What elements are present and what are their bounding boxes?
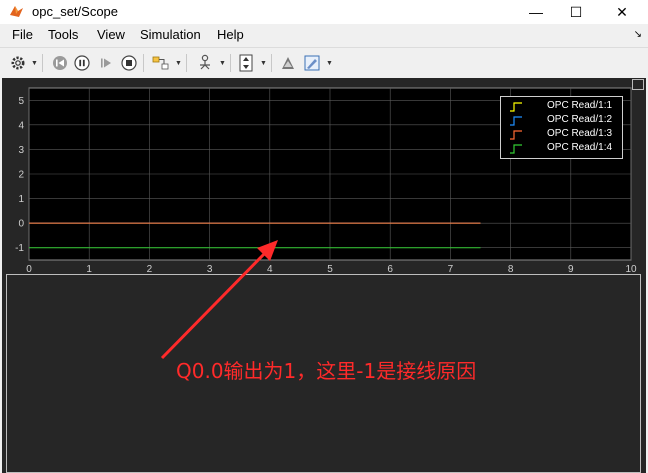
annotation-text: Q0.0输出为1，这里-1是接线原因 [176, 359, 477, 383]
x-tick-label: 4 [267, 264, 273, 274]
title-bar: opc_set/Scope — ☐ ✕ [0, 0, 648, 24]
y-tick-label: 1 [18, 194, 24, 205]
autoscale-icon [239, 54, 253, 72]
legend-label: OPC Read/1:2 [547, 114, 613, 125]
minimize-button[interactable]: — [514, 0, 558, 24]
x-tick-label: 2 [147, 264, 153, 274]
toolbar-separator [230, 54, 231, 72]
step-back-button[interactable] [50, 52, 70, 74]
stop-button[interactable] [119, 52, 139, 74]
y-tick-label: 2 [18, 170, 24, 181]
x-tick-label: 9 [568, 264, 574, 274]
highlight-block-icon [152, 56, 169, 70]
highlight-dropdown-icon[interactable]: ▼ [175, 60, 182, 67]
maximize-icon: ☐ [569, 3, 583, 20]
maximize-button[interactable]: ☐ [554, 0, 598, 24]
legend-label: OPC Read/1:3 [547, 128, 613, 139]
pause-button[interactable] [72, 52, 92, 74]
step-forward-icon [101, 58, 111, 68]
measurements-icon [282, 57, 294, 69]
x-tick-label: 3 [207, 264, 213, 274]
legend[interactable]: OPC Read/1:1 OPC Read/1:2 OPC Read/1:3 O… [500, 96, 623, 159]
autoscale-button[interactable] [236, 52, 256, 74]
undock-icon[interactable]: ↘ [634, 29, 642, 40]
triggers-button[interactable] [194, 52, 216, 74]
close-icon: ✕ [616, 3, 628, 20]
menu-help[interactable]: Help [217, 27, 244, 42]
x-tick-label: 0 [26, 264, 32, 274]
style-dropdown-icon[interactable]: ▼ [326, 60, 333, 67]
y-tick-label: 0 [18, 219, 24, 230]
toolbar-separator [42, 54, 43, 72]
y-tick-label: 4 [18, 120, 24, 131]
matlab-app-icon [10, 6, 23, 17]
pause-icon [74, 55, 90, 71]
legend-label: OPC Read/1:1 [547, 100, 613, 111]
autoscale-dropdown-icon[interactable]: ▼ [260, 60, 267, 67]
style-icon [304, 55, 320, 71]
legend-swatch [510, 102, 522, 112]
legend-entry: OPC Read/1:4 [501, 142, 622, 156]
stop-icon [121, 55, 137, 71]
toolbar-separator [143, 54, 144, 72]
close-button[interactable]: ✕ [600, 0, 644, 24]
x-tick-label: 6 [387, 264, 393, 274]
menu-tools[interactable]: Tools [48, 27, 78, 42]
x-tick-label: 1 [86, 264, 92, 274]
toolbar-separator [271, 54, 272, 72]
window-title: opc_set/Scope [32, 4, 119, 19]
settings-gear-icon [11, 56, 25, 70]
y-tick-label: -1 [15, 243, 24, 254]
menu-simulation[interactable]: Simulation [140, 27, 201, 42]
x-tick-label: 10 [625, 264, 637, 274]
legend-swatch [510, 130, 522, 140]
legend-swatch [510, 144, 522, 154]
legend-entry: OPC Read/1:3 [501, 128, 622, 142]
legend-swatch [510, 116, 522, 126]
settings-dropdown-icon[interactable]: ▼ [31, 60, 38, 67]
legend-entry: OPC Read/1:1 [501, 100, 622, 114]
menu-file[interactable]: File [12, 27, 33, 42]
x-tick-label: 7 [448, 264, 454, 274]
legend-label: OPC Read/1:4 [547, 142, 613, 153]
measurements-button[interactable] [278, 52, 298, 74]
x-tick-label: 5 [327, 264, 333, 274]
legend-entry: OPC Read/1:2 [501, 114, 622, 128]
style-button[interactable] [302, 52, 322, 74]
triggers-dropdown-icon[interactable]: ▼ [219, 60, 226, 67]
y-tick-label: 5 [18, 96, 24, 107]
scope-display: 0 1 2 3 4 5 6 7 8 9 10 -1 0 1 2 3 4 5 OPC Read/1:1 OPC Re… [2, 78, 646, 473]
highlight-block-button[interactable] [150, 52, 172, 74]
toolbar-separator [186, 54, 187, 72]
step-back-icon [53, 56, 67, 70]
minimize-icon: — [529, 4, 543, 20]
step-forward-button[interactable] [96, 52, 116, 74]
y-tick-label: 3 [18, 145, 24, 156]
menu-bar: File Tools View Simulation Help ↘ [0, 24, 648, 46]
triggers-icon [200, 54, 210, 70]
x-tick-label: 8 [508, 264, 514, 274]
settings-button[interactable] [8, 52, 28, 74]
toolbar: ▼ ▼ ▼ ▼ ▼ [0, 47, 648, 78]
menu-view[interactable]: View [97, 27, 125, 42]
